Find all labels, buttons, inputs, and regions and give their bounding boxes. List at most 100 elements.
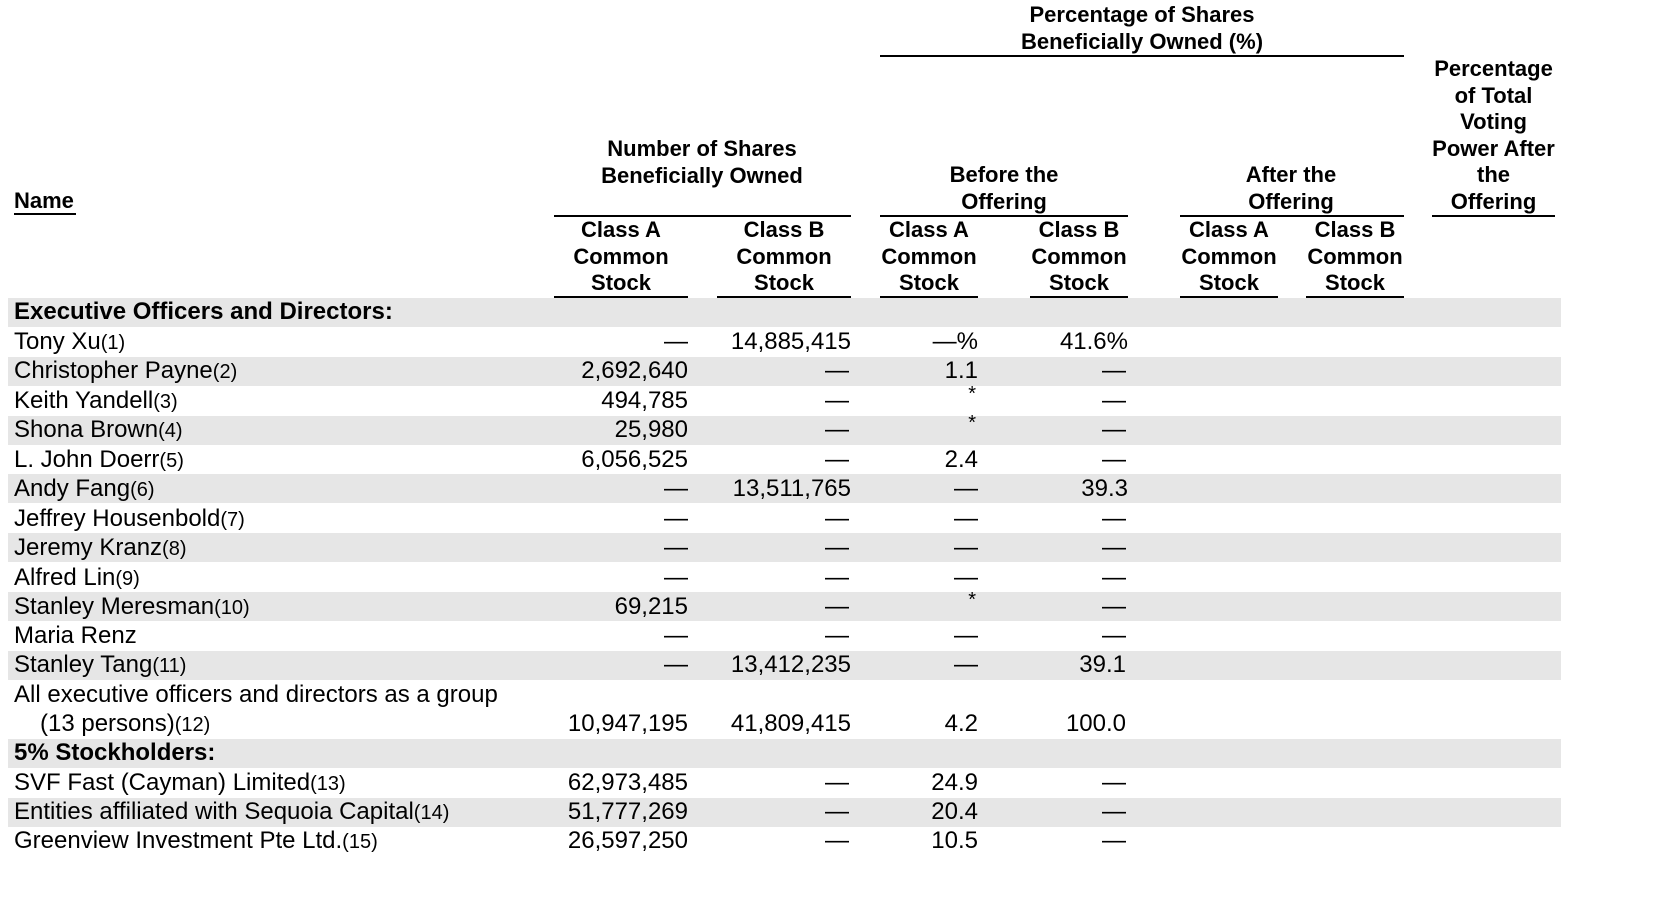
holder-name: Shona Brown(4) [14,416,183,443]
section-title: Executive Officers and Directors: [14,298,393,325]
class-b-shares: — [825,564,849,591]
holder-name: Alfred Lin(9) [14,564,140,591]
class-b-shares: — [825,357,849,384]
header-before-offering: Before the Offering [949,162,1059,214]
class-a-pct-before: — [954,505,978,532]
class-a-shares: 26,597,250 [567,827,688,854]
class-a-pct-before: 10.5 [931,827,978,854]
footnote-ref: (14) [413,802,450,824]
header-class-b-before: Class B Common Stock [1031,217,1127,295]
class-b-pct-before: — [1102,622,1126,649]
header-after-offering: After the Offering [1245,162,1337,214]
footnote-ref: (8) [162,538,187,560]
class-b-shares: — [825,593,849,620]
class-b-shares: — [825,827,849,854]
class-a-shares: — [664,622,688,649]
footnote-ref: (9) [115,568,140,590]
class-a-shares: 10,947,195 [567,710,688,737]
table-row: L. John Doerr(5) 6,056,525 — 2.4 — [0,445,1654,474]
holder-name: Christopher Payne(2) [14,357,238,384]
header-name: Name [14,188,74,213]
group-row: (13 persons)(12) 10,947,195 41,809,415 4… [0,709,1654,738]
class-b-pct-before: — [1102,534,1126,561]
table-row: Andy Fang(6) — 13,511,765 — 39.3 [0,474,1654,503]
class-b-pct-before: — [1102,446,1126,473]
class-b-pct-before: 100.0 [1065,710,1126,737]
table-row: Shona Brown(4) 25,980 — * — [0,412,1654,444]
class-b-pct-before: — [1102,769,1126,796]
group-label-line1: All executive officers and directors as … [14,681,498,708]
class-a-shares: 51,777,269 [567,798,688,825]
section-header-officers: Executive Officers and Directors: [0,297,1654,326]
class-a-shares: — [664,651,688,678]
class-b-shares: — [825,534,849,561]
class-a-shares: — [664,328,688,355]
header-class-a-before: Class A Common Stock [881,217,977,295]
footnote-ref: (1) [100,332,126,354]
table-row: Jeffrey Housenbold(7) — — — — [0,504,1654,533]
class-a-shares: 69,215 [614,593,688,620]
class-b-shares: — [825,446,849,473]
class-b-pct-before: — [1102,827,1126,854]
table-row: Jeremy Kranz(8) — — — — [0,533,1654,562]
class-a-pct-before: * [968,589,976,611]
holder-name: Keith Yandell(3) [14,387,178,414]
footnote-ref: (11) [152,655,187,677]
table-row: Stanley Tang(11) — 13,412,235 — 39.1 [0,650,1654,679]
class-a-pct-before: —% [932,328,978,355]
holder-name: Stanley Tang(11) [14,651,187,678]
class-b-pct-before: — [1102,387,1126,414]
footnote-ref: (4) [158,420,183,442]
class-a-shares: 6,056,525 [581,446,688,473]
group-label-line2: (13 persons)(12) [40,710,211,737]
table-row: Maria Renz — — — — [0,621,1654,650]
footnote-ref: (2) [212,361,238,383]
class-a-shares: — [664,564,688,591]
class-a-pct-before: 24.9 [931,769,978,796]
class-a-shares: — [664,534,688,561]
class-a-pct-before: — [954,651,978,678]
class-b-pct-before: 41.6% [1059,328,1128,355]
footnote-ref: (13) [310,773,346,795]
holder-name: Maria Renz [14,622,137,649]
header-class-a-after: Class A Common Stock [1181,217,1277,295]
group-row-label: All executive officers and directors as … [0,680,1654,709]
class-a-pct-before: — [954,534,978,561]
holder-name: SVF Fast (Cayman) Limited(13) [14,769,346,796]
class-b-shares: — [825,416,849,443]
class-b-shares: — [825,769,849,796]
section-header-holders: 5% Stockholders: [0,738,1654,767]
class-b-shares: 41,809,415 [730,710,851,737]
holder-name: Entities affiliated with Sequoia Capital… [14,798,450,825]
rule-name [14,213,76,215]
class-b-pct-before: — [1102,593,1126,620]
class-b-shares: 13,511,765 [732,475,851,502]
footnote-ref: (6) [130,479,155,501]
class-a-shares: 25,980 [614,416,688,443]
table-row: Christopher Payne(2) 2,692,640 — 1.1 — [0,356,1654,385]
class-a-pct-before: — [954,622,978,649]
footnote-ref: (7) [220,509,245,531]
class-a-shares: — [664,475,688,502]
section-title: 5% Stockholders: [14,739,216,766]
class-a-shares: 494,785 [601,387,688,414]
header-pct-owned: Percentage of Shares Beneficially Owned … [1020,2,1264,54]
footnote-ref: (5) [159,450,184,472]
table-row: SVF Fast (Cayman) Limited(13) 62,973,485… [0,768,1654,797]
header-shares-owned: Number of Shares Beneficially Owned [601,136,803,188]
holder-name: Tony Xu(1) [14,328,126,355]
header-class-a: Class A Common Stock [573,217,669,295]
holder-name: Jeffrey Housenbold(7) [14,505,245,532]
holder-name: Greenview Investment Pte Ltd.(15) [14,827,378,854]
rule-voting [1432,215,1555,217]
holder-name: Jeremy Kranz(8) [14,534,187,561]
footnote-ref: (15) [342,831,378,853]
class-b-shares: 14,885,415 [730,328,851,355]
footnote-ref: (12) [174,714,211,736]
class-b-pct-before: — [1102,505,1126,532]
footnote-ref: (10) [214,597,250,619]
class-b-pct-before: — [1102,564,1126,591]
class-b-pct-before: — [1102,416,1126,443]
class-a-shares: 62,973,485 [567,769,688,796]
class-a-shares: — [664,505,688,532]
